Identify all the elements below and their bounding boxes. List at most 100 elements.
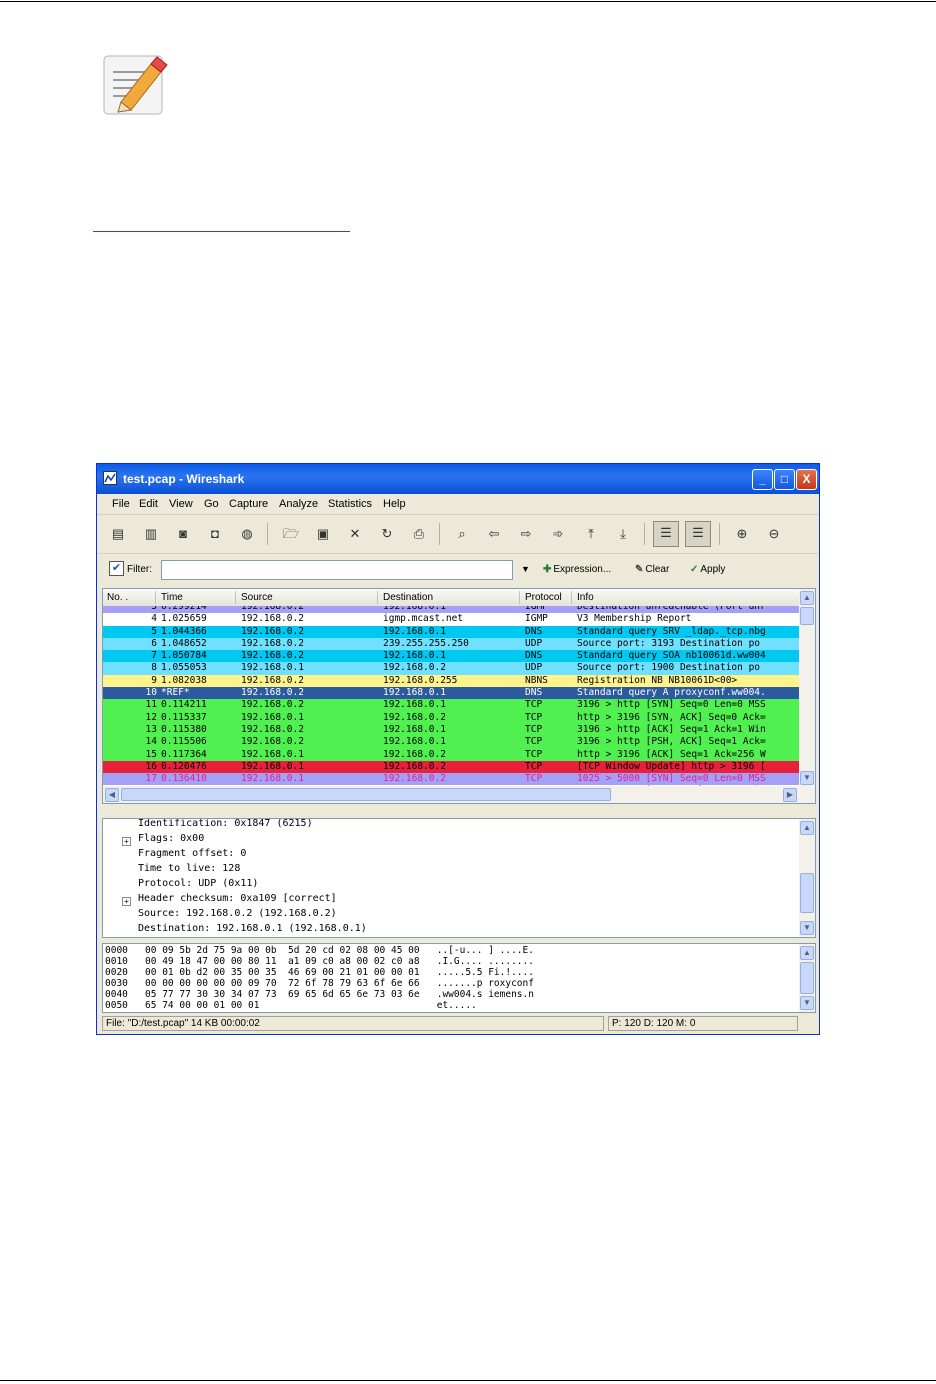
packet-row[interactable]: 4 1.025659 192.168.0.2 igmp.mcast.net IGMP V3… xyxy=(103,613,799,626)
interfaces-icon[interactable]: ▤ xyxy=(109,526,127,542)
scroll-up-icon[interactable]: ▲ xyxy=(800,821,814,835)
scroll-left-icon[interactable]: ◀ xyxy=(105,788,119,802)
details-vscrollbar[interactable]: ▲ ▼ xyxy=(799,819,815,937)
title-bar[interactable]: test.pcap - Wireshark _ □ X xyxy=(97,464,819,494)
go-back-icon[interactable]: ⇦ xyxy=(485,526,503,542)
column-no[interactable]: No. . xyxy=(107,592,128,603)
detail-line[interactable]: Header checksum: 0xa109 [correct] xyxy=(138,893,337,904)
packet-row[interactable]: 13 0.115380 192.168.0.2 192.168.0.1 TCP 3196 … xyxy=(103,723,799,737)
packet-cell-proto: IGMP xyxy=(525,613,548,625)
go-to-packet-icon[interactable]: ➾ xyxy=(549,526,567,542)
detail-line[interactable]: Fragment offset: 0 xyxy=(138,848,246,859)
toolbar-separator xyxy=(644,523,645,545)
scroll-up-icon[interactable]: ▲ xyxy=(800,946,814,960)
find-packet-icon[interactable]: ⌕ xyxy=(453,526,471,542)
packet-row[interactable]: 15 0.117364 192.168.0.1 192.168.0.2 TCP http … xyxy=(103,748,799,761)
packet-row[interactable]: 6 1.048652 192.168.0.2 239.255.255.250 UDP So… xyxy=(103,637,799,651)
menu-edit[interactable]: Edit xyxy=(139,498,158,510)
packet-cell-time: 0.115380 xyxy=(161,723,207,735)
menu-capture[interactable]: Capture xyxy=(229,498,268,510)
menu-file[interactable]: File xyxy=(112,498,130,510)
column-source[interactable]: Source xyxy=(241,592,273,603)
packet-list-vscrollbar[interactable]: ▲ ▼ xyxy=(799,589,815,787)
expression-button[interactable]: ✚ Expression... xyxy=(543,564,611,575)
menu-statistics[interactable]: Statistics xyxy=(328,498,372,510)
packet-cell-info: [TCP Window Update] http > 3196 [ xyxy=(577,760,766,772)
menu-view[interactable]: View xyxy=(169,498,193,510)
maximize-button[interactable]: □ xyxy=(774,469,795,490)
scroll-down-icon[interactable]: ▼ xyxy=(800,771,814,785)
menu-analyze[interactable]: Analyze xyxy=(279,498,318,510)
packet-row[interactable]: 11 0.114211 192.168.0.2 192.168.0.1 TCP 3196 … xyxy=(103,699,799,712)
packet-cell-dst: 192.168.0.2 xyxy=(383,711,446,723)
packet-cell-time: 1.050784 xyxy=(161,650,207,662)
packet-row[interactable]: 10 *REF* 192.168.0.2 192.168.0.1 DNS Standard… xyxy=(103,687,799,700)
toolbar-separator xyxy=(267,523,268,545)
zoom-in-icon[interactable]: ⊕ xyxy=(733,526,751,542)
filter-input[interactable] xyxy=(161,560,513,580)
column-time[interactable]: Time xyxy=(161,592,183,603)
packet-row[interactable]: 16 0.120476 192.168.0.1 192.168.0.2 TCP [TCP … xyxy=(103,760,799,774)
go-forward-icon[interactable]: ⇨ xyxy=(517,526,535,542)
packet-cell-src: 192.168.0.2 xyxy=(241,699,304,711)
expand-icon[interactable]: + xyxy=(122,897,131,906)
packet-cell-proto: TCP xyxy=(525,723,543,735)
packet-cell-dst: 192.168.0.1 xyxy=(383,723,446,735)
column-destination[interactable]: Destination xyxy=(383,592,433,603)
packet-cell-time: 0.120476 xyxy=(161,760,207,772)
packet-row[interactable]: 9 1.082038 192.168.0.2 192.168.0.255 NBNS Reg… xyxy=(103,674,799,688)
menu-help[interactable]: Help xyxy=(383,498,406,510)
packet-row[interactable]: 17 0.136410 192.168.0.1 192.168.0.2 TCP 1025 … xyxy=(103,773,799,786)
packet-row[interactable]: 12 0.115337 192.168.0.1 192.168.0.2 TCP http … xyxy=(103,711,799,724)
scroll-thumb[interactable] xyxy=(800,607,814,625)
hyperlink-underline[interactable] xyxy=(93,231,350,232)
packet-row[interactable]: 8 1.055053 192.168.0.1 192.168.0.2 UDP Source… xyxy=(103,662,799,675)
packet-list-hscrollbar[interactable]: ◀ ▶ xyxy=(103,786,815,803)
save-file-icon[interactable]: ▣ xyxy=(314,526,332,542)
packet-row[interactable]: 14 0.115506 192.168.0.2 192.168.0.1 TCP 3196 … xyxy=(103,736,799,749)
capture-options-icon[interactable]: ▥ xyxy=(142,526,160,542)
packet-cell-dst: 192.168.0.2 xyxy=(383,662,446,674)
column-protocol[interactable]: Protocol xyxy=(525,592,562,603)
wireshark-window: test.pcap - Wireshark _ □ X File Edit Vi… xyxy=(96,463,820,1035)
filter-checkmark-icon[interactable]: ✔ xyxy=(109,561,124,576)
scroll-right-icon[interactable]: ▶ xyxy=(783,788,797,802)
filter-dropdown-icon[interactable]: ▼ xyxy=(521,564,530,574)
packet-cell-proto: TCP xyxy=(525,773,543,785)
status-file-info: File: "D:/test.pcap" 14 KB 00:00:02 xyxy=(102,1016,604,1031)
restart-capture-icon[interactable]: ◍ xyxy=(238,526,256,542)
close-file-icon[interactable]: ✕ xyxy=(346,526,364,542)
detail-line[interactable]: Protocol: UDP (0x11) xyxy=(138,878,258,889)
detail-line[interactable]: Flags: 0x00 xyxy=(138,833,204,844)
minimize-button[interactable]: _ xyxy=(752,469,773,490)
scroll-down-icon[interactable]: ▼ xyxy=(800,921,814,935)
open-file-icon[interactable]: 🗁 xyxy=(282,526,300,542)
close-button[interactable]: X xyxy=(796,469,817,490)
reload-icon[interactable]: ↻ xyxy=(378,526,396,542)
packet-row[interactable]: 5 1.044366 192.168.0.2 192.168.0.1 DNS Standa… xyxy=(103,625,799,638)
go-first-icon[interactable]: ⤒ xyxy=(582,526,600,542)
hscroll-thumb[interactable] xyxy=(121,788,611,801)
go-last-icon[interactable]: ⤓ xyxy=(614,526,632,542)
menu-go[interactable]: Go xyxy=(204,498,219,510)
stop-capture-icon[interactable]: ◘ xyxy=(206,526,224,542)
print-icon[interactable]: ⎙ xyxy=(410,526,428,542)
clear-button[interactable]: ✎ Clear xyxy=(635,564,669,575)
bytes-vscrollbar[interactable]: ▲ ▼ xyxy=(799,944,815,1012)
detail-line[interactable]: Time to live: 128 xyxy=(138,863,240,874)
detail-line[interactable]: Source: 192.168.0.2 (192.168.0.2) xyxy=(138,908,337,919)
zoom-out-icon[interactable]: ⊖ xyxy=(765,526,783,542)
apply-button[interactable]: ✓ Apply xyxy=(690,564,725,575)
packet-row[interactable]: 3 0.299214 192.168.0.2 192.168.0.1 IGMP Desti… xyxy=(103,606,799,614)
detail-line[interactable]: Identification: 0x1847 (6215) xyxy=(138,819,313,829)
scroll-up-icon[interactable]: ▲ xyxy=(800,591,814,605)
detail-line[interactable]: Destination: 192.168.0.1 (192.168.0.1) xyxy=(138,923,367,934)
column-info[interactable]: Info xyxy=(577,592,594,603)
start-capture-icon[interactable]: ◙ xyxy=(174,526,192,542)
scroll-down-icon[interactable]: ▼ xyxy=(800,996,814,1010)
packet-row[interactable]: 7 1.050784 192.168.0.2 192.168.0.1 DNS Standa… xyxy=(103,650,799,663)
packet-cell-no: 8 xyxy=(151,662,157,674)
expand-icon[interactable]: + xyxy=(122,837,131,846)
scroll-thumb[interactable] xyxy=(800,873,814,913)
scroll-thumb[interactable] xyxy=(800,962,814,994)
